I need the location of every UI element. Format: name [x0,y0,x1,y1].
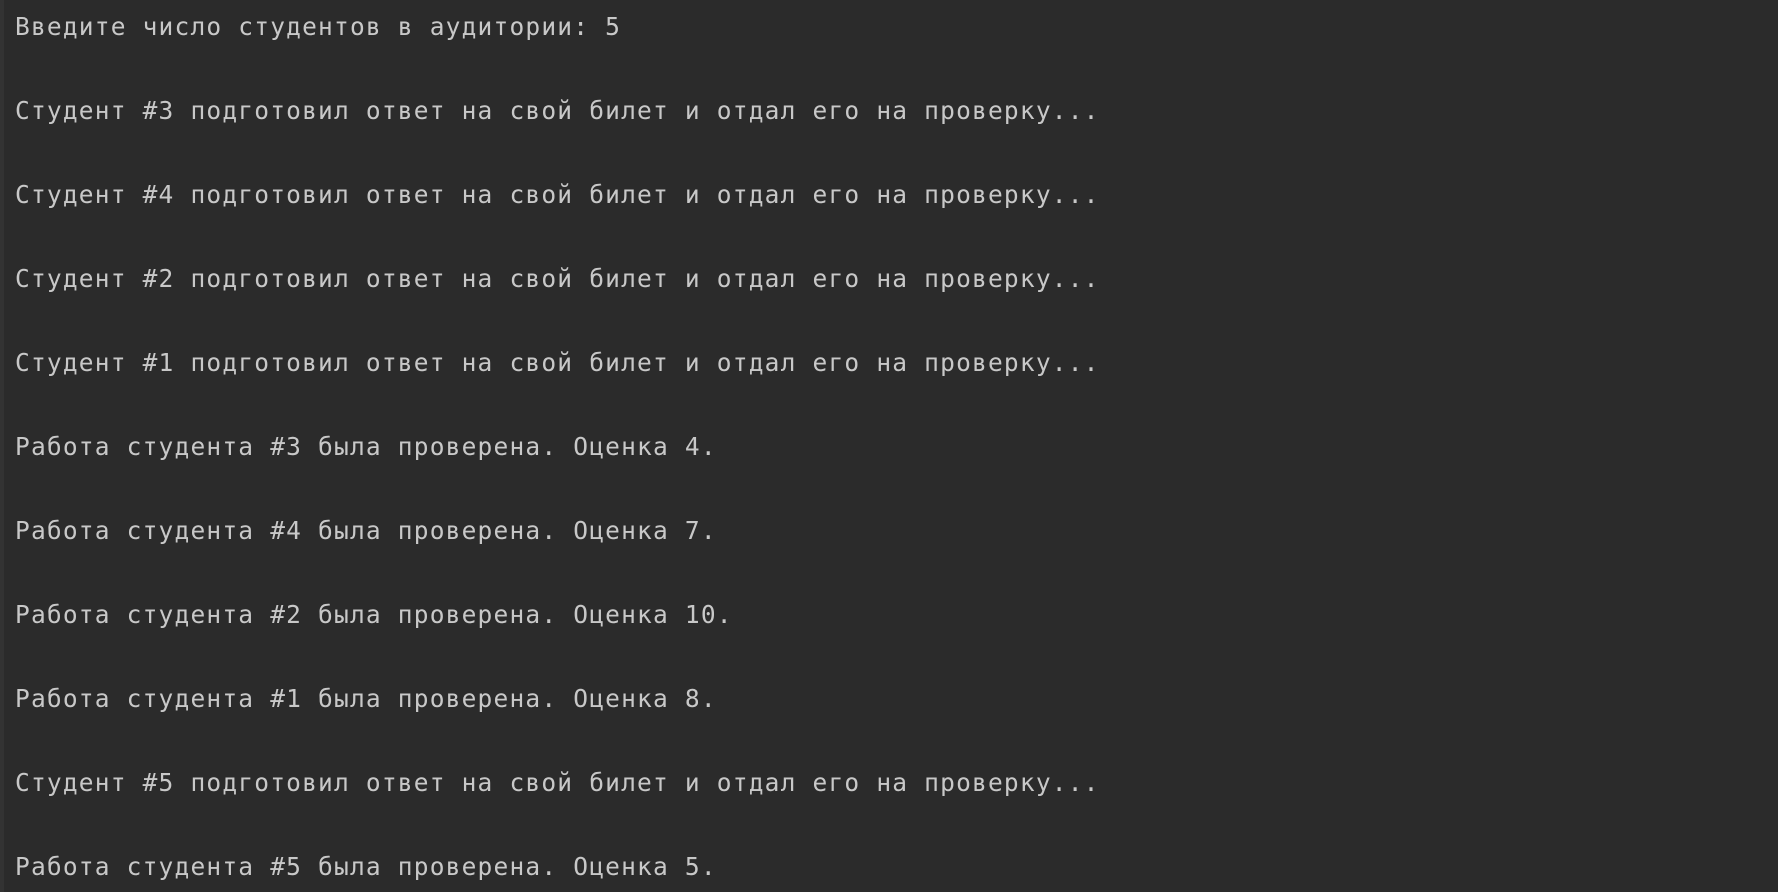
console-line: Работа студента #3 была проверена. Оценк… [15,432,717,461]
console-line: Студент #1 подготовил ответ на свой биле… [15,348,1100,377]
console-line: Работа студента #1 была проверена. Оценк… [15,684,717,713]
console-line: Студент #4 подготовил ответ на свой биле… [15,180,1100,209]
console-line: Студент #2 подготовил ответ на свой биле… [15,264,1100,293]
console-panel[interactable]: Введите число студентов в аудитории: 5 С… [0,0,1778,892]
console-prompt-label: Введите число студентов в аудитории: [15,12,606,41]
console-output: Введите число студентов в аудитории: 5 С… [15,11,1100,892]
console-line: Студент #3 подготовил ответ на свой биле… [15,96,1100,125]
console-line: Работа студента #2 была проверена. Оценк… [15,600,733,629]
console-line: Работа студента #4 была проверена. Оценк… [15,516,717,545]
console-prompt-line: Введите число студентов в аудитории: 5 [15,11,1100,95]
console-line: Студент #5 подготовил ответ на свой биле… [15,768,1100,797]
console-line: Работа студента #5 была проверена. Оценк… [15,852,717,881]
console-input-value[interactable]: 5 [605,12,621,41]
